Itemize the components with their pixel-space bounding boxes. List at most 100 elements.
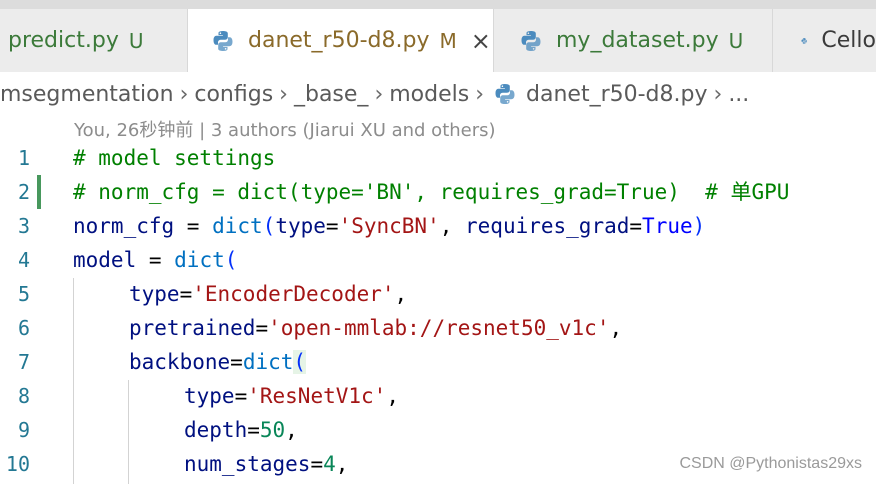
code-text: # model settings: [73, 146, 276, 170]
token: depth: [184, 418, 248, 442]
token: ,: [394, 282, 408, 306]
token: =: [247, 418, 260, 442]
close-icon[interactable]: ×: [471, 27, 491, 55]
tab-bar: predict.py U danet_r50-d8.py M × my_data…: [0, 0, 876, 72]
token: 50: [259, 418, 286, 442]
token: ,: [609, 316, 623, 340]
code-line: 8 type='ResNetV1c',: [0, 379, 876, 413]
python-file-icon: [213, 30, 233, 51]
code-text: depth=50,: [184, 413, 298, 447]
python-file-icon: [521, 30, 541, 51]
code-text: type='EncoderDecoder',: [129, 277, 407, 311]
token: =: [174, 214, 213, 238]
code-line: 1 # model settings: [0, 141, 876, 175]
breadcrumb-item[interactable]: msegmentation: [0, 82, 174, 107]
tab-label: danet_r50-d8.py: [248, 28, 430, 53]
breadcrumb-item[interactable]: ...: [728, 82, 749, 107]
code-line: 3 norm_cfg = dict(type='SyncBN', require…: [0, 209, 876, 243]
token: num_stages: [184, 452, 311, 476]
tab-my-dataset[interactable]: my_dataset.py U: [494, 9, 772, 72]
token: type: [184, 384, 235, 408]
token: model: [73, 248, 137, 272]
line-number: 6: [17, 316, 30, 340]
token: pretrained: [129, 316, 256, 340]
breadcrumb-item[interactable]: configs: [194, 82, 273, 107]
chevron-right-icon: ›: [279, 81, 288, 107]
token: =: [255, 316, 269, 340]
chevron-right-icon: ›: [713, 81, 723, 107]
token: ,: [386, 384, 399, 408]
code-text: pretrained='open-mmlab://resnet50_v1c',: [129, 311, 622, 345]
token: =: [310, 452, 324, 476]
tab-cello[interactable]: Cello: [773, 9, 876, 72]
code-text: model = dict(: [73, 243, 237, 277]
token: =: [234, 384, 248, 408]
breadcrumb: msegmentation › configs › _base_ › model…: [0, 72, 876, 116]
token: =: [230, 350, 243, 374]
chevron-right-icon: ›: [179, 81, 189, 107]
token: type: [275, 214, 326, 238]
token: 'SyncBN': [338, 214, 440, 238]
token: ,: [335, 452, 349, 476]
code-line: 4 model = dict(: [0, 243, 876, 277]
code-text: norm_cfg = dict(type='SyncBN', requires_…: [73, 209, 705, 243]
token: norm_cfg: [73, 214, 175, 238]
code-line: 2 # norm_cfg = dict(type='BN', requires_…: [0, 175, 876, 209]
tab-status-badge: M: [439, 28, 457, 53]
line-number: 9: [17, 418, 30, 442]
tab-label: predict.py: [8, 28, 119, 53]
code-line: 6 pretrained='open-mmlab://resnet50_v1c'…: [0, 311, 876, 345]
token: (: [293, 350, 307, 374]
title-strip: [0, 0, 876, 9]
tab-status-badge: U: [728, 28, 744, 53]
tab-status-badge: U: [128, 28, 144, 53]
breadcrumb-item[interactable]: models: [389, 82, 469, 107]
breadcrumb-item[interactable]: danet_r50-d8.py: [526, 82, 707, 107]
chevron-right-icon: ›: [475, 81, 485, 107]
line-number: 7: [17, 350, 30, 374]
line-number: 8: [17, 384, 30, 408]
token: requires_grad: [465, 214, 630, 238]
token: 'EncoderDecoder': [192, 282, 395, 306]
code-editor[interactable]: 1 # model settings 2 # norm_cfg = dict(t…: [0, 140, 876, 484]
token: ,: [439, 214, 466, 238]
code-line: 7 backbone=dict(: [0, 345, 876, 379]
token: ): [692, 214, 706, 238]
code-text: backbone=dict(: [129, 345, 307, 379]
token: 'open-mmlab://resnet50_v1c': [268, 316, 610, 340]
watermark: CSDN @Pythonistas29xs: [679, 455, 862, 472]
token: =: [179, 282, 193, 306]
chevron-right-icon: ›: [374, 81, 384, 107]
breadcrumb-item[interactable]: _base_: [294, 82, 368, 107]
git-blame-codelens[interactable]: You, 26秒钟前 | 3 authors (Jiarui XU and ot…: [74, 116, 496, 142]
token: (: [224, 248, 238, 272]
token: backbone: [129, 350, 231, 374]
code-text: type='ResNetV1c',: [184, 379, 399, 413]
code-text: num_stages=4,: [184, 447, 348, 481]
line-number: 5: [17, 282, 30, 306]
code-text: # norm_cfg = dict(type='BN', requires_gr…: [73, 180, 790, 204]
token: True: [642, 214, 693, 238]
token: =: [629, 214, 643, 238]
line-number: 4: [17, 248, 30, 272]
python-file-icon: [801, 37, 807, 44]
code-line: 5 type='EncoderDecoder',: [0, 277, 876, 311]
line-number: 10: [5, 452, 30, 476]
line-number: 3: [17, 214, 30, 238]
token: dict: [212, 214, 263, 238]
tab-label: Cello: [821, 28, 876, 53]
token: (: [262, 214, 276, 238]
tab-predict[interactable]: predict.py U: [0, 9, 187, 72]
python-file-icon: [495, 84, 515, 104]
line-number: 1: [17, 146, 30, 170]
token: =: [325, 214, 339, 238]
token: ,: [285, 418, 298, 442]
code-line: 9 depth=50,: [0, 413, 876, 447]
token: 4: [323, 452, 336, 476]
line-number: 2: [17, 180, 30, 204]
token: dict: [174, 248, 225, 272]
token: =: [136, 248, 175, 272]
tab-label: my_dataset.py: [556, 28, 719, 53]
token: dict: [242, 350, 294, 374]
tab-danet[interactable]: danet_r50-d8.py M ×: [188, 9, 493, 72]
